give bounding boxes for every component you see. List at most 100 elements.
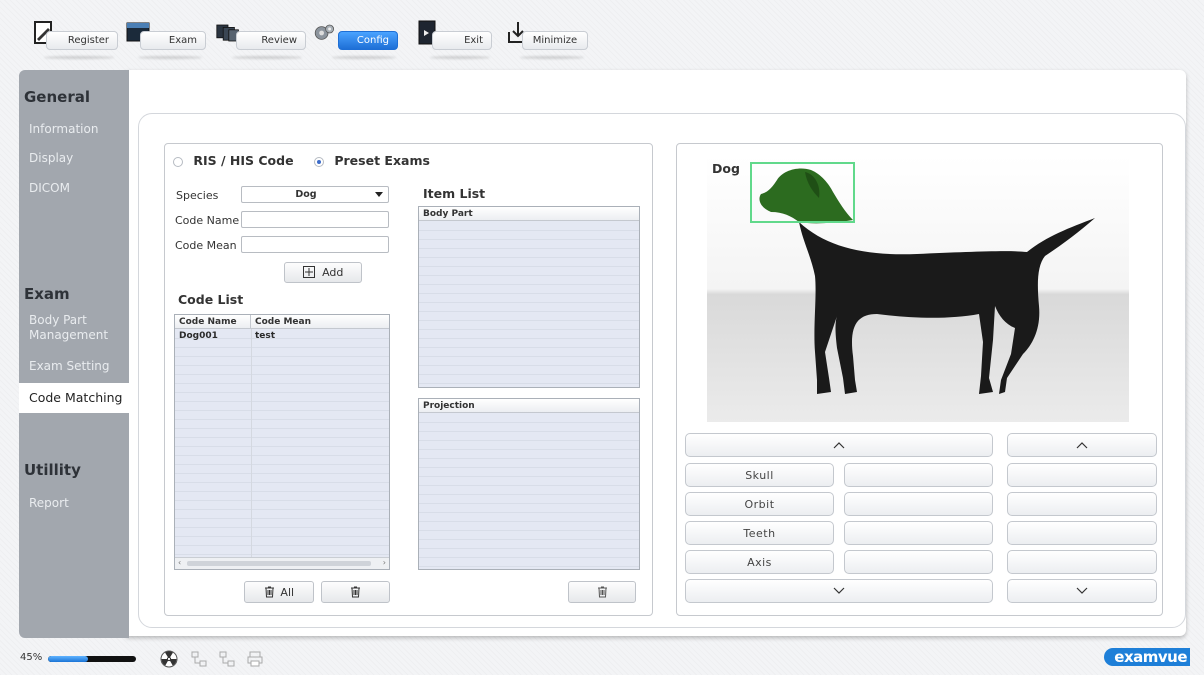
scroll-up-button[interactable] xyxy=(685,433,993,457)
chevron-down-icon xyxy=(375,192,383,197)
code-mean-cell: test xyxy=(255,331,276,341)
projection-empty-button[interactable] xyxy=(1007,550,1157,574)
sidebar-item-display[interactable]: Display xyxy=(29,151,73,166)
projection-list[interactable]: Projection xyxy=(418,398,640,570)
examvue-logo: examvue xyxy=(1104,647,1190,666)
chevron-up-icon xyxy=(833,442,845,449)
code-list-table[interactable]: Code Name Code Mean Dog001 test ‹ › xyxy=(174,314,390,570)
status-bar: 45% examvue xyxy=(20,647,1190,670)
exit-button[interactable]: Exit xyxy=(416,20,492,59)
sidebar-item-dicom[interactable]: DICOM xyxy=(29,181,70,196)
delete-all-label: All xyxy=(280,586,295,599)
ris-his-radio[interactable]: RIS / HIS Code xyxy=(173,153,294,168)
minimize-label: Minimize xyxy=(522,31,588,50)
add-button[interactable]: Add xyxy=(284,262,362,283)
trash-icon xyxy=(597,586,607,598)
scroll-down-button[interactable] xyxy=(685,579,993,603)
body-part-empty-button[interactable] xyxy=(844,463,993,487)
column-header-code-mean[interactable]: Code Mean xyxy=(255,317,311,327)
network-icon[interactable] xyxy=(190,650,208,668)
code-name-label: Code Name xyxy=(175,214,240,227)
gear-icon xyxy=(314,24,334,40)
radio-on-icon xyxy=(314,156,324,167)
sidebar-item-code-matching[interactable]: Code Matching xyxy=(19,383,137,413)
radio-off-icon xyxy=(173,156,183,167)
body-part-grid xyxy=(419,222,639,387)
projection-header: Projection xyxy=(419,399,639,413)
body-part-axis-button[interactable]: Axis xyxy=(685,550,834,574)
exam-label: Exam xyxy=(140,31,206,50)
horizontal-scrollbar[interactable]: ‹ › xyxy=(175,557,389,569)
body-part-header: Body Part xyxy=(419,207,639,221)
species-label: Species xyxy=(176,189,219,202)
body-part-skull-button[interactable]: Skull xyxy=(685,463,834,487)
progress-fill xyxy=(48,656,88,662)
code-mean-label: Code Mean xyxy=(175,239,237,252)
projection-empty-button[interactable] xyxy=(1007,492,1157,516)
projection-empty-button[interactable] xyxy=(1007,521,1157,545)
progress-percent: 45% xyxy=(20,652,43,663)
network-icon[interactable] xyxy=(218,650,236,668)
progress-bar xyxy=(48,656,136,662)
delete-button[interactable] xyxy=(321,581,390,603)
projection-empty-button[interactable] xyxy=(1007,463,1157,487)
sidebar: General Information Display DICOM Exam B… xyxy=(19,70,137,638)
body-part-empty-button[interactable] xyxy=(844,521,993,545)
column-header-projection[interactable]: Projection xyxy=(423,401,475,411)
scroll-left-icon: ‹ xyxy=(178,558,182,567)
projection-grid xyxy=(419,414,639,569)
table-row[interactable]: Dog001 test xyxy=(175,331,389,343)
chevron-down-icon xyxy=(833,587,845,594)
preset-exams-label: Preset Exams xyxy=(334,153,430,168)
add-icon xyxy=(302,266,315,278)
chevron-down-icon xyxy=(1076,587,1088,594)
code-name-input[interactable] xyxy=(241,211,389,228)
code-list-title: Code List xyxy=(178,292,244,307)
column-header-code-name[interactable]: Code Name xyxy=(179,317,237,327)
printer-icon[interactable] xyxy=(246,650,264,668)
selected-region-highlight[interactable] xyxy=(750,162,855,223)
preset-exams-radio[interactable]: Preset Exams xyxy=(314,153,430,168)
trash-icon xyxy=(264,586,274,598)
code-list-grid xyxy=(175,330,389,569)
config-label: Config xyxy=(338,31,398,50)
sidebar-item-report[interactable]: Report xyxy=(29,496,69,511)
trash-icon xyxy=(351,586,360,598)
column-header-body-part[interactable]: Body Part xyxy=(423,209,473,219)
logo-text: examvue xyxy=(1104,648,1190,666)
register-button[interactable]: Register xyxy=(32,20,118,59)
exit-label: Exit xyxy=(432,31,492,50)
body-part-empty-button[interactable] xyxy=(844,492,993,516)
item-list-title: Item List xyxy=(423,186,486,201)
ris-his-label: RIS / HIS Code xyxy=(193,153,294,168)
exam-button[interactable]: Exam xyxy=(126,20,206,59)
sidebar-header-general: General xyxy=(24,88,90,106)
scroll-down-button-right[interactable] xyxy=(1007,579,1157,603)
add-label: Add xyxy=(322,266,344,279)
review-button[interactable]: Review xyxy=(216,20,306,59)
species-value: Dog xyxy=(295,189,317,200)
radiation-icon xyxy=(160,650,178,668)
chevron-up-icon xyxy=(1076,442,1088,449)
body-part-empty-button[interactable] xyxy=(844,550,993,574)
delete-all-button[interactable]: All xyxy=(244,581,314,603)
body-part-list[interactable]: Body Part xyxy=(418,206,640,388)
register-label: Register xyxy=(46,31,118,50)
review-label: Review xyxy=(236,31,306,50)
scroll-right-icon: › xyxy=(382,558,386,567)
sidebar-item-exam-setting[interactable]: Exam Setting xyxy=(29,359,110,374)
sidebar-header-utility: Utillity xyxy=(24,461,81,479)
body-part-orbit-button[interactable]: Orbit xyxy=(685,492,834,516)
sidebar-item-body-part-management[interactable]: Body Part Management xyxy=(29,313,108,343)
body-part-teeth-button[interactable]: Teeth xyxy=(685,521,834,545)
minimize-button[interactable]: Minimize xyxy=(506,20,588,59)
sidebar-item-information[interactable]: Information xyxy=(29,122,98,137)
code-mean-input[interactable] xyxy=(241,236,389,253)
config-button[interactable]: Config xyxy=(312,20,398,59)
species-select[interactable]: Dog xyxy=(241,186,389,203)
scroll-up-button-right[interactable] xyxy=(1007,433,1157,457)
delete-item-button[interactable] xyxy=(568,581,636,603)
sidebar-header-exam: Exam xyxy=(24,285,70,303)
anatomy-viewer[interactable]: Dog xyxy=(707,156,1129,422)
code-list-header: Code Name Code Mean xyxy=(175,315,389,329)
